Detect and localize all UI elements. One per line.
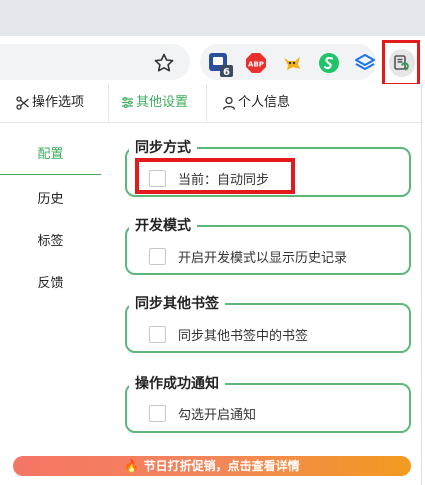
counter-extension-icon[interactable]: 6 [207,50,233,78]
fox-extension-icon[interactable] [281,52,303,74]
svg-text:ABP: ABP [248,61,264,69]
scissors-icon [16,96,29,110]
success-notification-option-label: 勾选开启通知 [178,407,257,423]
dev-mode-title: 开发模式 [129,217,197,235]
promo-banner[interactable]: 🔥 节日打折促销，点击查看详情 [13,456,411,476]
sidebar-item-tags[interactable]: 标签 [0,223,101,261]
sync-mode-title: 同步方式 [129,139,197,157]
dev-mode-option-label: 开启开发模式以显示历史记录 [178,250,348,266]
sidebar-item-history[interactable]: 历史 [0,181,101,219]
sliders-icon [122,97,133,109]
layers-extension-icon[interactable] [354,52,376,74]
bookmark-sync-extension-button[interactable] [382,40,420,86]
user-icon [222,96,236,110]
tab-personal-info[interactable]: 个人信息 [222,84,290,122]
sync-other-bookmarks-checkbox[interactable] [149,325,166,343]
tab-personal-info-label: 个人信息 [238,95,291,110]
adblock-plus-icon[interactable]: ABP [245,52,267,74]
popup-tab-bar: 操作选项 其他设置 个人信息 [0,84,421,123]
bookmark-star-icon[interactable] [152,51,176,75]
sync-other-bookmarks-option[interactable]: 同步其他书签中的书签 [149,324,308,344]
extension-popup: 操作选项 其他设置 个人信息 配置 历史 标签 反馈 同步方式 当前：自动同步 … [0,84,422,485]
tab-operation-options-label: 操作选项 [32,95,85,110]
green-s-extension-icon[interactable] [318,52,340,74]
highlight-box [135,158,295,194]
dev-mode-option[interactable]: 开启开发模式以显示历史记录 [149,246,347,266]
sidebar-item-feedback[interactable]: 反馈 [0,265,101,303]
tab-operation-options[interactable]: 操作选项 [16,84,84,122]
sidebar-item-config[interactable]: 配置 [0,136,101,175]
browser-tab-strip [0,0,425,36]
tab-other-settings[interactable]: 其他设置 [108,84,207,122]
success-notification-checkbox[interactable] [149,404,166,422]
success-notification-option[interactable]: 勾选开启通知 [149,403,256,423]
sync-other-bookmarks-option-label: 同步其他书签中的书签 [178,328,309,344]
fire-icon: 🔥 [124,459,140,473]
tab-other-settings-label: 其他设置 [136,94,189,110]
sync-other-bookmarks-title: 同步其他书签 [129,295,225,313]
promo-text: 节日打折促销，点击查看详情 [143,459,300,473]
bookmark-sync-extension-icon [394,55,409,71]
success-notification-title: 操作成功通知 [129,375,225,393]
dev-mode-checkbox[interactable] [149,247,166,265]
extension-badge: 6 [223,67,230,78]
